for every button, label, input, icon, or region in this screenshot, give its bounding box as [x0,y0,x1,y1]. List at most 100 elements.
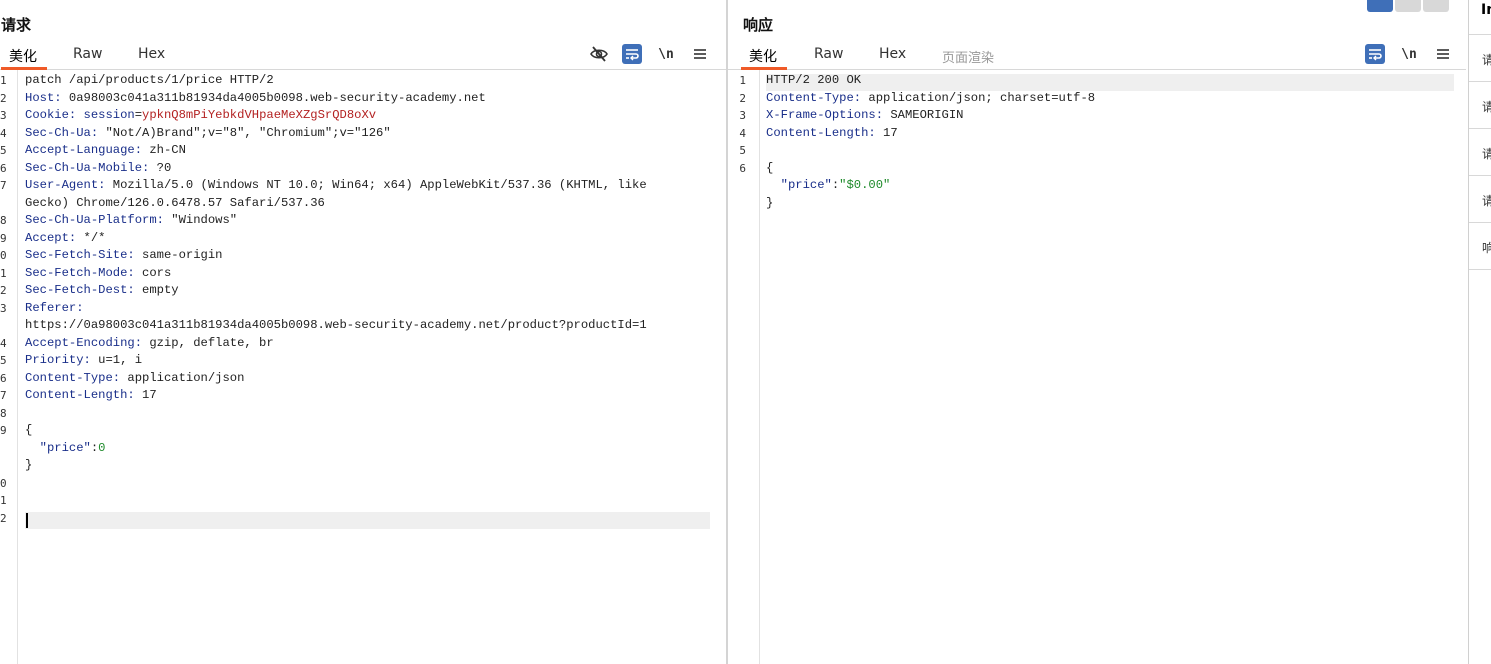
side-item-request-headers[interactable]: 请 [1469,176,1491,223]
line-number: 4 [0,126,7,140]
side-item-request-cookies[interactable]: 请 [1469,129,1491,176]
tab-raw[interactable]: Raw [73,46,102,62]
line-number: 4 [739,126,746,140]
layout-stacked-button[interactable] [1395,0,1421,12]
request-header-line: Cookie: session=ypknQ8mPiYebkdVHpaeMeXZg… [25,107,710,125]
line-number: 1 [0,494,7,507]
request-header-line: Referer: [25,300,710,318]
header-name: Referer: [25,300,84,315]
line-number: 1 [0,74,7,87]
line-number: 1 [0,266,7,280]
request-header-line: Sec-Ch-Ua-Platform: "Windows" [25,212,710,230]
request-line: patch /api/products/1/price HTTP/2 [25,72,710,90]
request-header-line: Sec-Fetch-Dest: empty [25,282,710,300]
request-line-gutter: 1 2 3 4 5 6 7 8 9 0 1 2 3 4 5 6 7 8 9 0 1 2 [0,70,18,664]
header-value: same-origin [134,248,223,262]
json-brace: } [766,195,774,210]
request-header-line: User-Agent: Mozilla/5.0 (Windows NT 10.0… [25,177,710,195]
header-name: Sec-Ch-Ua-Mobile: [25,160,150,175]
tab-raw[interactable]: Raw [814,46,843,62]
side-item-request-attributes[interactable]: 请 [1469,35,1491,82]
line-number: 2 [0,511,7,525]
request-editor[interactable]: patch /api/products/1/price HTTP/2 Host:… [25,72,710,475]
response-body-line: "price":"$0.00" [766,177,1454,195]
header-name: Content-Length: [25,388,135,402]
response-title: 响应 [743,16,774,34]
cookie-value: ypknQ8mPiYebkdVHpaeMeXZgSrQD8oXv [142,108,377,122]
request-body-line: } [25,457,710,475]
line-number: 0 [0,249,7,262]
json-key: "price" [780,178,832,192]
tab-hex[interactable]: Hex [879,46,906,62]
json-value: "$0.00" [839,178,891,192]
response-line-gutter: 1 2 3 4 5 6 [728,70,760,664]
header-name: Content-Length: [766,125,876,140]
show-newlines-icon[interactable]: \n [656,44,676,64]
layout-side-by-side-button[interactable] [1367,0,1393,12]
header-value-continued: https://0a98003c041a311b81934da4005b0098… [25,318,647,332]
header-value: "Not/A)Brand";v="8", "Chromium";v="126" [98,125,391,140]
request-header-line: Host: 0a98003c041a311b81934da4005b0098.w… [25,90,710,108]
side-item-response-headers[interactable]: 响 [1469,223,1491,270]
tab-pretty[interactable]: 美化 [741,46,787,70]
side-item-request-query[interactable]: 请 [1469,82,1491,129]
tab-pretty[interactable]: 美化 [1,46,47,70]
request-header-continuation: Gecko) Chrome/126.0.6478.57 Safari/537.3… [25,195,710,213]
menu-icon[interactable] [690,44,710,64]
wrap-lines-icon[interactable] [1365,44,1385,64]
request-header-line: Accept-Language: zh-CN [25,142,710,160]
line-number: 4 [0,336,7,350]
inspector-side-panel: In 请 请 请 请 响 [1468,0,1491,664]
request-blank-line [25,405,710,423]
tab-hex[interactable]: Hex [138,46,165,62]
line-number: 3 [0,301,7,315]
request-body-line: { [25,422,710,440]
line-number: 1 [739,74,746,87]
line-number: 2 [0,284,7,297]
header-name: Accept-Language: [25,143,143,157]
header-name: X-Frame-Options: [766,108,884,122]
side-item-label: 请 [1482,51,1491,68]
tab-render[interactable]: 页面渲染 [942,47,994,66]
request-header-line: Sec-Ch-Ua-Mobile: ?0 [25,160,710,178]
side-item-label: 请 [1482,98,1491,115]
header-name: Content-Type: [766,90,862,105]
header-name: Sec-Ch-Ua-Platform: [25,213,164,227]
response-tabs: 美化 Raw Hex 页面渲染 \n [728,44,1466,70]
line-number: 5 [0,354,7,367]
header-name: Priority: [25,353,91,367]
wrap-lines-icon[interactable] [622,44,642,64]
side-item-label: 请 [1482,145,1491,162]
line-number: 7 [0,389,7,402]
show-newlines-icon[interactable]: \n [1399,44,1419,64]
header-value: 17 [134,388,157,402]
menu-icon[interactable] [1433,44,1453,64]
line-number: 7 [0,179,7,192]
header-value: cors [134,265,172,280]
line-number: 5 [739,144,746,157]
response-editor[interactable]: HTTP/2 200 OK Content-Type: application/… [766,72,1454,212]
json-brace: } [25,458,33,472]
header-value: SAMEORIGIN [883,108,964,122]
header-value: 0a98003c041a311b81934da4005b0098.web-sec… [61,90,486,105]
layout-switcher [1367,0,1451,12]
response-body-line: { [766,160,1454,178]
header-name: Cookie: [25,108,77,122]
current-line-highlight [25,512,710,529]
line-number: 8 [0,214,7,227]
request-header-continuation: https://0a98003c041a311b81934da4005b0098… [25,317,710,335]
line-number: 6 [739,161,746,175]
response-header-line: X-Frame-Options: SAMEORIGIN [766,107,1454,125]
header-name: Sec-Fetch-Dest: [25,283,135,297]
line-number: 0 [0,476,7,490]
request-body-line: "price":0 [25,440,710,458]
header-value: u=1, i [90,353,143,367]
request-start-line: patch /api/products/1/price HTTP/2 [25,73,274,87]
header-value: ?0 [149,160,172,175]
layout-tabs-button[interactable] [1423,0,1449,12]
line-number: 3 [0,109,7,122]
header-name: Accept-Encoding: [25,335,143,350]
request-header-line: Content-Length: 17 [25,387,710,405]
header-value: */* [76,230,106,245]
hide-nonprintable-eye-off-icon[interactable] [589,44,609,64]
